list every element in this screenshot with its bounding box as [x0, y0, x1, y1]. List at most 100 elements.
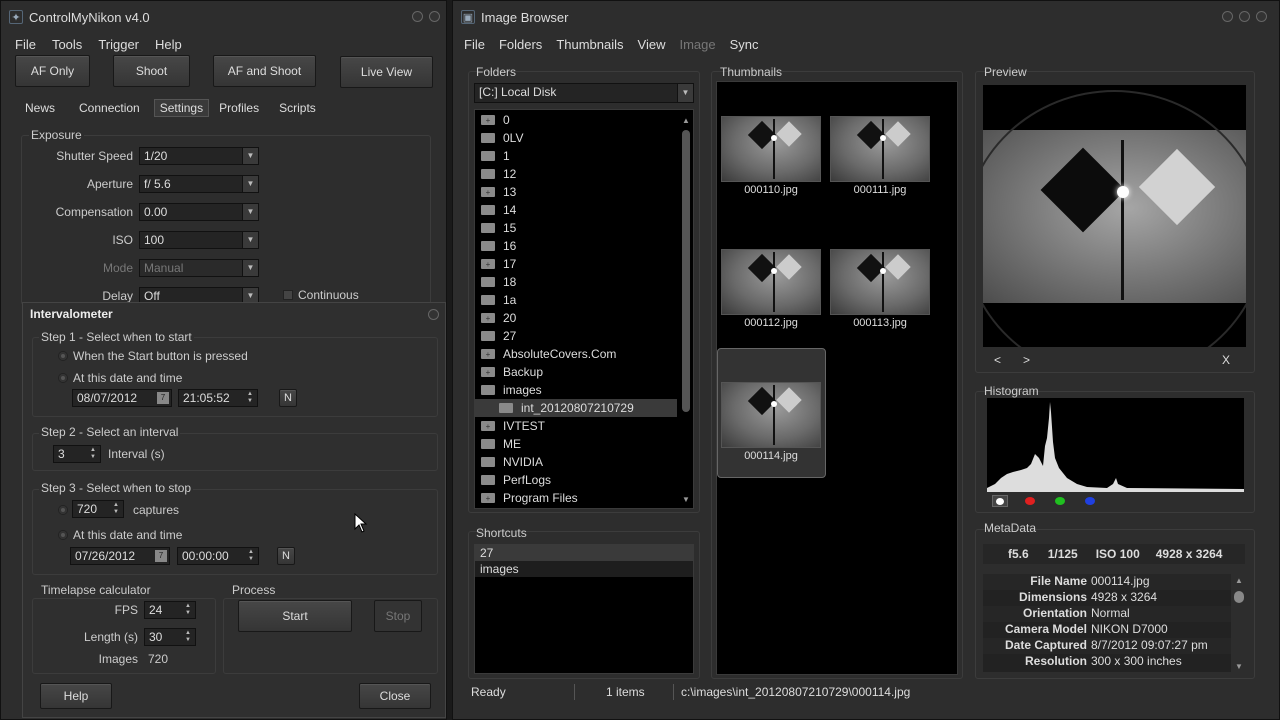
folder-item[interactable]: 1a — [475, 291, 677, 309]
menu-view[interactable]: View — [638, 37, 666, 52]
captures-field[interactable]: 720 ▲ ▼ — [72, 500, 124, 518]
next-image-button[interactable]: > — [1023, 353, 1030, 367]
live-view-button[interactable]: Live View — [340, 56, 433, 88]
folder-item[interactable]: NVIDIA — [475, 453, 677, 471]
spin-arrows-icon[interactable]: ▲ ▼ — [182, 602, 194, 618]
shortcut-item[interactable]: 27 — [475, 545, 693, 561]
captures-radio[interactable] — [58, 505, 68, 515]
shoot-button[interactable]: Shoot — [113, 55, 190, 87]
af-and-shoot-button[interactable]: AF and Shoot — [213, 55, 316, 87]
scroll-thumb[interactable] — [682, 130, 690, 412]
spin-arrows-icon[interactable]: ▲ ▼ — [182, 629, 194, 645]
start-button[interactable]: Start — [238, 600, 352, 632]
stop-time-field[interactable]: 00:00:00 ▲ ▼ — [177, 547, 259, 565]
close-button[interactable]: Close — [359, 683, 431, 709]
tab-news[interactable]: News — [25, 101, 55, 117]
maximize-icon[interactable] — [1239, 11, 1250, 22]
spin-arrows-icon[interactable]: ▲ ▼ — [110, 501, 122, 517]
green-dot-icon[interactable] — [1055, 497, 1065, 505]
interval-field[interactable]: 3 ▲ ▼ — [53, 445, 101, 463]
close-dialog-icon[interactable] — [428, 309, 439, 320]
start-date-field[interactable]: 08/07/2012 7 — [72, 389, 172, 407]
prev-image-button[interactable]: < — [994, 353, 1001, 367]
stop-date-field[interactable]: 07/26/2012 7 — [70, 547, 170, 565]
folder-item[interactable]: +0 — [475, 111, 677, 129]
calendar-icon[interactable]: 7 — [155, 550, 167, 562]
calendar-icon[interactable]: 7 — [157, 392, 169, 404]
metadata-scrollbar[interactable]: ▲ ▼ — [1233, 576, 1245, 671]
start-button-radio[interactable] — [58, 351, 68, 361]
scroll-down-icon[interactable]: ▼ — [1235, 662, 1243, 671]
folder-item[interactable]: + IVTEST — [475, 417, 677, 435]
folder-item[interactable]: 18 — [475, 273, 677, 291]
folder-item[interactable]: + Backup — [475, 363, 677, 381]
folder-item[interactable]: +13 — [475, 183, 677, 201]
folder-item[interactable]: 0LV — [475, 129, 677, 147]
folder-item[interactable]: ME — [475, 435, 677, 453]
red-dot-icon[interactable] — [1025, 497, 1035, 505]
length-field[interactable]: 30 ▲ ▼ — [144, 628, 196, 646]
shortcut-item[interactable]: images — [475, 561, 693, 577]
channel-white-button[interactable] — [992, 495, 1008, 507]
blue-dot-icon[interactable] — [1085, 497, 1095, 505]
status-item-count: 1 items — [606, 685, 645, 699]
minimize-icon[interactable] — [1222, 11, 1233, 22]
iso-select[interactable]: 100 ▼ — [139, 231, 259, 249]
close-window-icon[interactable] — [1256, 11, 1267, 22]
drive-select[interactable]: [C:] Local Disk ▼ — [474, 83, 694, 103]
help-button[interactable]: Help — [40, 683, 112, 709]
menu-file[interactable]: File — [15, 37, 36, 52]
thumbnail-image[interactable] — [721, 249, 821, 315]
folder-item[interactable]: + Program Files — [475, 489, 677, 507]
menu-trigger[interactable]: Trigger — [98, 37, 139, 52]
start-time-field[interactable]: 21:05:52 ▲ ▼ — [178, 389, 258, 407]
spin-arrows-icon[interactable]: ▲ ▼ — [87, 446, 99, 462]
spin-arrows-icon[interactable]: ▲ ▼ — [245, 548, 257, 564]
aperture-select[interactable]: f/ 5.6 ▼ — [139, 175, 259, 193]
folder-item[interactable]: +20 — [475, 309, 677, 327]
scroll-thumb[interactable] — [1234, 591, 1244, 603]
compensation-select[interactable]: 0.00 ▼ — [139, 203, 259, 221]
scroll-up-icon[interactable]: ▲ — [682, 116, 690, 125]
folder-item[interactable]: images — [475, 381, 677, 399]
scroll-up-icon[interactable]: ▲ — [1235, 576, 1243, 585]
folder-scrollbar[interactable]: ▲ ▼ — [681, 116, 691, 504]
folder-item[interactable]: + AbsoluteCovers.Com — [475, 345, 677, 363]
folder-item[interactable]: +17 — [475, 255, 677, 273]
folder-item[interactable]: 12 — [475, 165, 677, 183]
folder-item[interactable]: 27 — [475, 327, 677, 345]
tab-connection[interactable]: Connection — [79, 101, 140, 117]
tab-profiles[interactable]: Profiles — [219, 101, 259, 117]
folder-item[interactable]: 15 — [475, 219, 677, 237]
start-date-radio[interactable] — [58, 373, 68, 383]
menu-thumbnails[interactable]: Thumbnails — [556, 37, 623, 52]
start-now-button[interactable]: N — [279, 389, 297, 407]
thumbnail-image[interactable] — [721, 116, 821, 182]
close-preview-button[interactable]: X — [1222, 353, 1230, 367]
thumbnail-image[interactable] — [830, 116, 930, 182]
thumbnail-image[interactable] — [721, 382, 821, 448]
menu-help[interactable]: Help — [155, 37, 182, 52]
continuous-checkbox[interactable] — [283, 290, 293, 300]
thumbnail-image[interactable] — [830, 249, 930, 315]
folder-item[interactable]: 16 — [475, 237, 677, 255]
menu-folders[interactable]: Folders — [499, 37, 542, 52]
folder-item[interactable]: 1 — [475, 147, 677, 165]
tab-scripts[interactable]: Scripts — [279, 101, 316, 117]
folder-item[interactable]: PerfLogs — [475, 471, 677, 489]
stop-now-button[interactable]: N — [277, 547, 295, 565]
spin-arrows-icon[interactable]: ▲ ▼ — [244, 390, 256, 406]
close-window-icon[interactable] — [429, 11, 440, 22]
menu-file[interactable]: File — [464, 37, 485, 52]
fps-field[interactable]: 24 ▲ ▼ — [144, 601, 196, 619]
stop-date-radio[interactable] — [58, 530, 68, 540]
af-only-button[interactable]: AF Only — [15, 55, 90, 87]
tab-settings[interactable]: Settings — [153, 99, 210, 117]
scroll-down-icon[interactable]: ▼ — [682, 495, 690, 504]
shutter-speed-select[interactable]: 1/20 ▼ — [139, 147, 259, 165]
folder-item[interactable]: 14 — [475, 201, 677, 219]
menu-sync[interactable]: Sync — [730, 37, 759, 52]
menu-tools[interactable]: Tools — [52, 37, 82, 52]
minimize-icon[interactable] — [412, 11, 423, 22]
folder-item[interactable]: int_20120807210729 — [475, 399, 677, 417]
